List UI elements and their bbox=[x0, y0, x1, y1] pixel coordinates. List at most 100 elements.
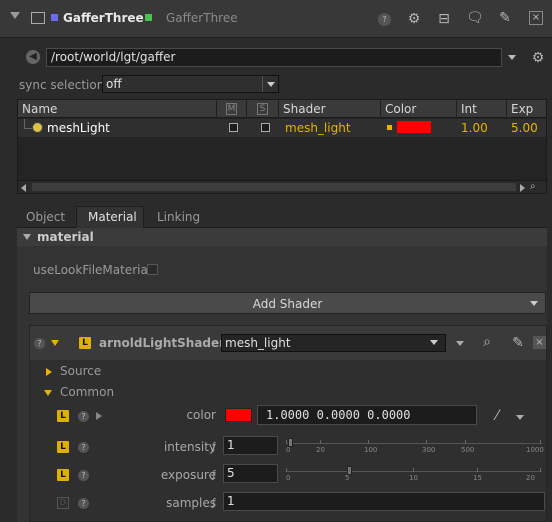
comment-icon[interactable]: 🗨 bbox=[466, 11, 484, 25]
node-state-indicator bbox=[145, 14, 152, 21]
common-label[interactable]: Common bbox=[60, 385, 114, 399]
slider-tick bbox=[368, 440, 369, 444]
col-mute[interactable]: M bbox=[217, 100, 247, 118]
expression-icon[interactable]: ƒ bbox=[212, 440, 216, 453]
path-menu-icon[interactable] bbox=[508, 55, 516, 60]
scroll-left-icon[interactable] bbox=[21, 184, 26, 192]
exposure-value[interactable]: 5.00 bbox=[511, 121, 538, 135]
slider-tick-label: 300 bbox=[422, 446, 436, 454]
location-path-field[interactable]: /root/world/lgt/gaffer bbox=[46, 48, 502, 67]
default-icon[interactable]: D bbox=[57, 497, 69, 509]
zoom-icon[interactable]: ⌕ bbox=[530, 181, 536, 192]
eyedropper-icon[interactable]: ⁄ bbox=[489, 409, 505, 423]
expand-source-icon[interactable] bbox=[46, 368, 52, 376]
sync-selection-label: sync selection bbox=[19, 78, 105, 92]
search-icon[interactable]: ⌕ bbox=[479, 335, 495, 349]
color-indicator bbox=[387, 125, 392, 130]
chevron-down-icon bbox=[430, 340, 438, 345]
shader-name-value: mesh_light bbox=[225, 336, 291, 350]
collapse-icon[interactable] bbox=[23, 234, 31, 240]
settings-gear-icon[interactable]: ⚙ bbox=[530, 51, 546, 65]
exposure-label: exposure bbox=[160, 468, 216, 482]
mute-checkbox[interactable] bbox=[229, 123, 238, 132]
slider-tick bbox=[413, 468, 414, 472]
exposure-slider[interactable]: 0 5 10 15 20 bbox=[286, 464, 542, 486]
expand-color-icon[interactable] bbox=[96, 412, 102, 420]
source-label[interactable]: Source bbox=[60, 364, 101, 378]
intensity-label: intensity bbox=[163, 440, 216, 454]
live-icon[interactable]: L bbox=[57, 469, 69, 481]
help-icon[interactable]: ? bbox=[78, 498, 89, 509]
collapse-icon[interactable] bbox=[10, 12, 20, 19]
light-name[interactable]: meshLight bbox=[47, 121, 110, 135]
slider-tick bbox=[465, 440, 466, 444]
scroll-thumb[interactable] bbox=[32, 183, 516, 191]
slider-track bbox=[286, 443, 542, 444]
intensity-value[interactable]: 1.00 bbox=[461, 121, 488, 135]
wrench-icon[interactable]: ✎ bbox=[510, 336, 526, 350]
color-swatch[interactable] bbox=[225, 408, 252, 422]
intensity-slider[interactable]: 0 20 100 300 500 1000 bbox=[286, 436, 544, 458]
samples-field[interactable]: 1 bbox=[223, 492, 545, 511]
expression-icon[interactable]: ƒ bbox=[212, 468, 216, 481]
help-icon[interactable]: ? bbox=[378, 13, 391, 26]
shader-name[interactable]: mesh_light bbox=[285, 121, 351, 135]
live-icon[interactable]: L bbox=[79, 337, 91, 349]
color-swatch[interactable] bbox=[397, 121, 431, 133]
slider-tick bbox=[320, 440, 321, 444]
shader-name-combo[interactable]: mesh_light bbox=[221, 334, 446, 352]
col-int[interactable]: Int bbox=[457, 100, 507, 118]
shader-type: arnoldLightShader bbox=[99, 336, 226, 350]
help-icon[interactable]: ? bbox=[34, 338, 45, 349]
sync-selection-combo[interactable]: off bbox=[102, 75, 279, 93]
col-exp[interactable]: Exp bbox=[507, 100, 546, 118]
col-shader[interactable]: Shader bbox=[279, 100, 381, 118]
solo-checkbox[interactable] bbox=[261, 123, 270, 132]
color-value-field[interactable]: 1.0000 0.0000 0.0000 bbox=[257, 405, 477, 425]
lights-table: Name M S Shader Color Int Exp meshLight … bbox=[17, 99, 547, 194]
wrench-icon[interactable]: ✎ bbox=[497, 11, 513, 25]
exposure-field[interactable]: 5 bbox=[223, 464, 278, 483]
help-icon[interactable]: ? bbox=[78, 442, 89, 453]
col-name[interactable]: Name bbox=[18, 100, 217, 118]
collapse-common-icon[interactable] bbox=[44, 390, 52, 396]
node-name[interactable]: GafferThree bbox=[63, 11, 144, 25]
gear-icon[interactable]: ⚙ bbox=[406, 12, 422, 26]
tab-object[interactable]: Object bbox=[26, 210, 65, 224]
scroll-right-icon[interactable] bbox=[520, 184, 525, 192]
tab-material[interactable]: Material bbox=[76, 206, 144, 228]
slider-tick-label: 5 bbox=[345, 474, 350, 482]
samples-label: samples bbox=[166, 496, 216, 510]
live-icon[interactable]: L bbox=[57, 441, 69, 453]
close-icon[interactable]: × bbox=[529, 11, 543, 25]
table-row[interactable]: meshLight mesh_light 1.00 5.00 bbox=[18, 119, 546, 137]
chevron-down-icon bbox=[267, 82, 275, 87]
live-icon[interactable]: L bbox=[57, 410, 69, 422]
color-menu-icon[interactable] bbox=[516, 415, 524, 420]
help-icon[interactable]: ? bbox=[78, 470, 89, 481]
help-icon[interactable]: ? bbox=[78, 411, 89, 422]
add-shader-label: Add Shader bbox=[252, 297, 323, 311]
back-icon[interactable]: ◀ bbox=[26, 50, 40, 64]
slider-tick-label: 10 bbox=[409, 474, 418, 482]
expression-icon[interactable]: ƒ bbox=[212, 496, 216, 509]
close-icon[interactable]: × bbox=[533, 336, 546, 349]
slider-tick bbox=[540, 440, 541, 444]
tab-linking[interactable]: Linking bbox=[157, 210, 200, 224]
color-label: color bbox=[186, 408, 216, 422]
table-scrollbar[interactable]: ⌕ bbox=[18, 180, 546, 193]
use-look-file-checkbox[interactable] bbox=[147, 264, 158, 275]
slider-tick bbox=[540, 468, 541, 472]
slider-tick-label: 15 bbox=[473, 474, 482, 482]
expand-icon[interactable] bbox=[51, 340, 59, 346]
material-section-header[interactable]: material bbox=[17, 228, 547, 246]
col-color[interactable]: Color bbox=[381, 100, 457, 118]
col-solo-label: S bbox=[256, 103, 269, 115]
col-solo[interactable]: S bbox=[247, 100, 279, 118]
slider-tick bbox=[349, 468, 350, 472]
intensity-field[interactable]: 1 bbox=[223, 436, 278, 455]
hierarchy-icon[interactable]: ⊟ bbox=[436, 12, 452, 26]
shader-menu-icon[interactable] bbox=[456, 341, 464, 346]
material-panel: material useLookFileMaterial Add Shader … bbox=[17, 228, 547, 522]
add-shader-button[interactable]: Add Shader bbox=[29, 292, 546, 314]
